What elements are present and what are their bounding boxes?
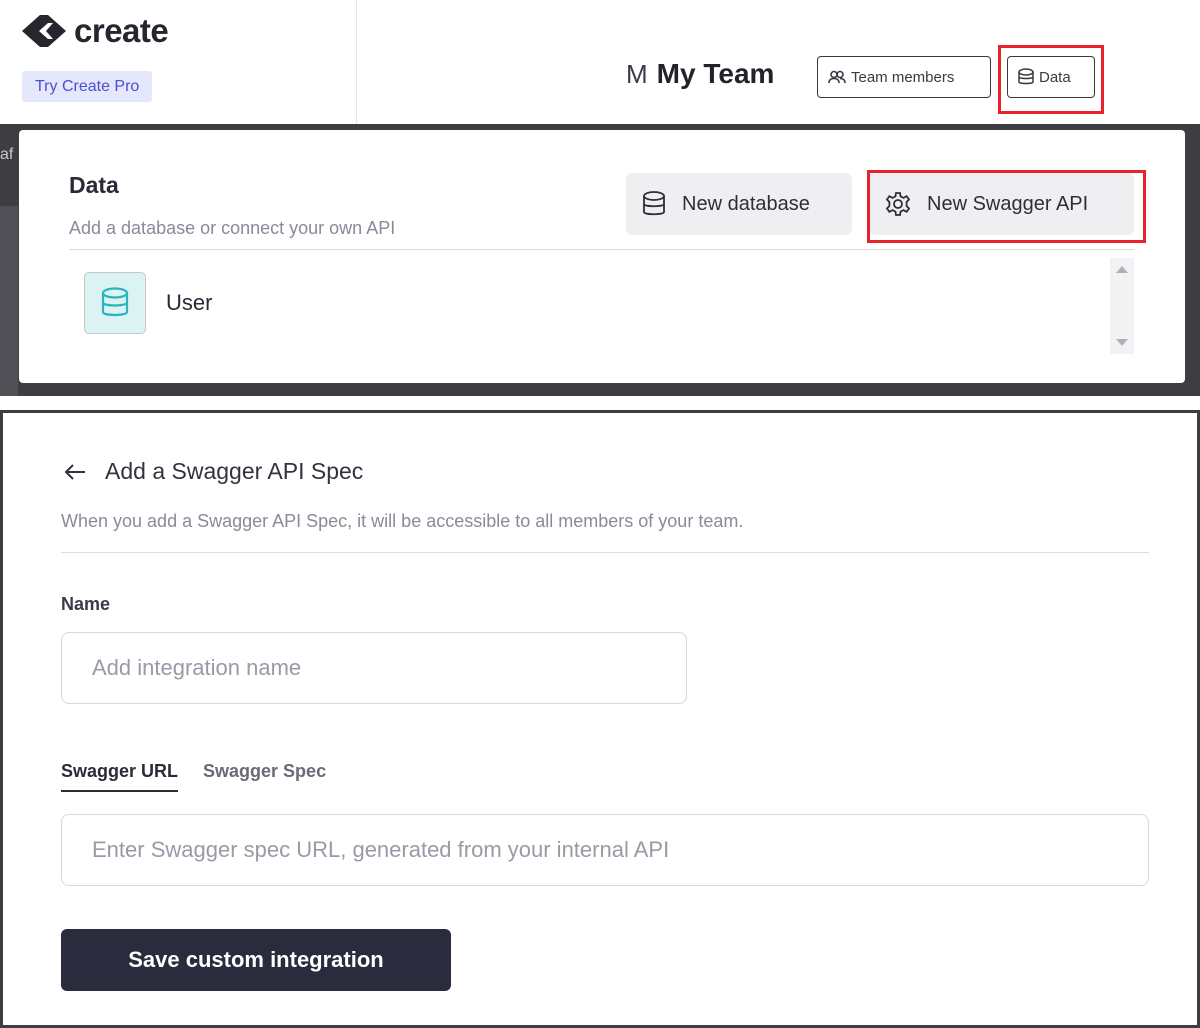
- data-list-scrollbar[interactable]: [1110, 258, 1134, 354]
- tab-swagger-url[interactable]: Swagger URL: [61, 761, 179, 792]
- team-name: My Team: [656, 58, 775, 89]
- backdrop-text-fragment: af: [0, 146, 14, 163]
- team-members-label: Team members: [851, 68, 955, 86]
- create-logo-icon: [22, 13, 66, 49]
- form-divider: [61, 552, 1149, 553]
- data-list-item-label: User: [166, 290, 213, 315]
- new-database-button[interactable]: New database: [626, 173, 852, 235]
- database-icon: [642, 191, 666, 217]
- name-label: Name: [61, 594, 111, 614]
- form-title: Add a Swagger API Spec: [105, 458, 364, 484]
- data-panel-divider: [69, 249, 1134, 250]
- save-custom-integration-button[interactable]: Save custom integration: [61, 929, 451, 991]
- logo[interactable]: create: [22, 12, 169, 50]
- users-icon: [828, 70, 846, 84]
- backdrop-page-edge: [0, 206, 18, 396]
- highlight-new-swagger-api: [867, 170, 1146, 243]
- logo-text: create: [74, 12, 169, 49]
- data-panel-subtitle: Add a database or connect your own API: [69, 218, 396, 238]
- sidebar-divider: [356, 0, 357, 124]
- tab-swagger-spec[interactable]: Swagger Spec: [203, 761, 326, 792]
- data-panel-title: Data: [69, 172, 119, 198]
- data-panel: Data Add a database or connect your own …: [19, 130, 1185, 383]
- top-bar: create Try Create Pro M My Team Team mem…: [0, 0, 1200, 124]
- team-members-button[interactable]: Team members: [817, 56, 991, 98]
- team-avatar: M: [626, 58, 648, 89]
- highlight-data-button: [998, 45, 1104, 114]
- swagger-form-panel: Add a Swagger API Spec When you add a Sw…: [0, 410, 1200, 1028]
- swagger-url-input[interactable]: [61, 814, 1149, 886]
- new-database-label: New database: [682, 192, 810, 215]
- swagger-source-tabs: Swagger URL Swagger Spec: [61, 761, 326, 792]
- arrow-left-icon[interactable]: [63, 462, 87, 482]
- back-header[interactable]: Add a Swagger API Spec: [63, 458, 363, 485]
- data-list-item[interactable]: User: [84, 272, 212, 334]
- form-subtitle: When you add a Swagger API Spec, it will…: [61, 511, 744, 531]
- scroll-down-arrow-icon[interactable]: [1116, 339, 1128, 346]
- try-create-pro-button[interactable]: Try Create Pro: [22, 71, 153, 102]
- integration-name-input[interactable]: [61, 632, 687, 704]
- database-icon: [100, 287, 130, 319]
- team-header: M My Team: [626, 58, 774, 90]
- database-tile: [84, 272, 146, 334]
- scroll-up-arrow-icon[interactable]: [1116, 266, 1128, 273]
